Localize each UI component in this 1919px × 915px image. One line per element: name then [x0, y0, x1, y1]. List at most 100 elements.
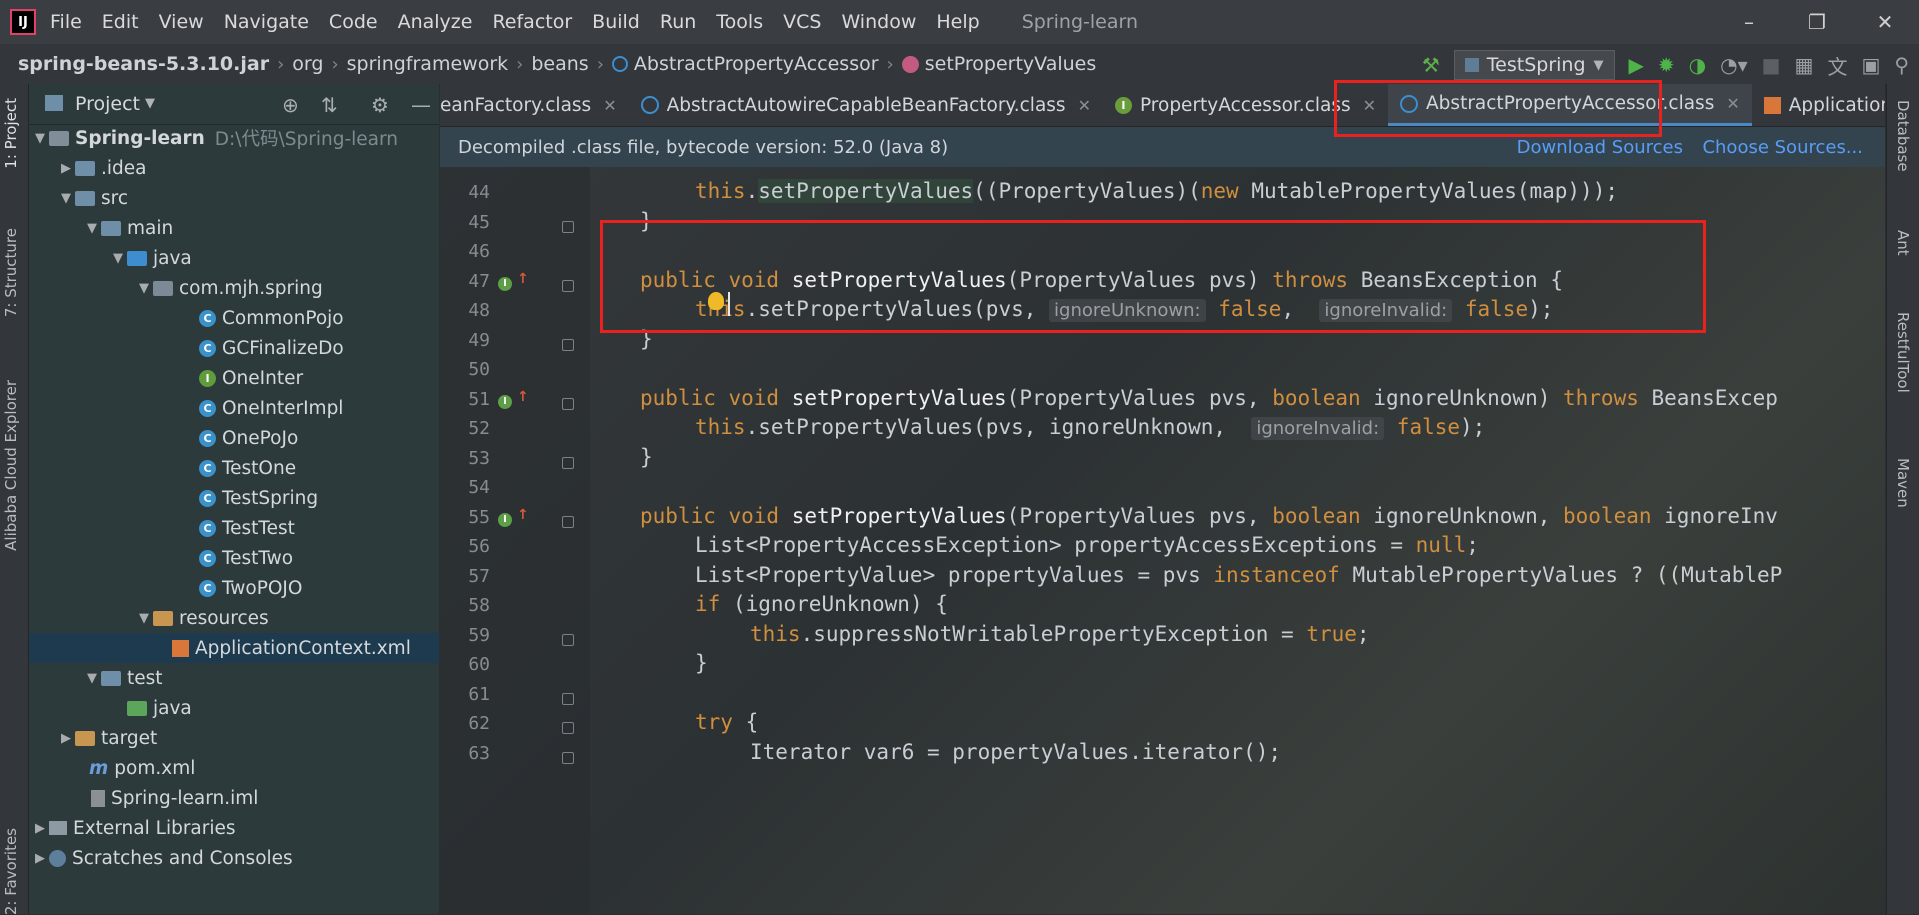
- tool-tab-structure[interactable]: 7: Structure: [2, 228, 20, 317]
- menu-edit[interactable]: Edit: [102, 11, 139, 33]
- menu-help[interactable]: Help: [936, 11, 979, 33]
- tab-application-context[interactable]: ApplicationCon: [1752, 84, 1885, 126]
- tree-item-class[interactable]: C TestSpring: [29, 483, 318, 513]
- code-editor[interactable]: 44 45 46 47 48 49 50 51 52 53 54 55 56 5…: [440, 167, 1885, 914]
- close-icon[interactable]: ✕: [603, 96, 616, 115]
- menu-refactor[interactable]: Refactor: [492, 11, 572, 33]
- breadcrumb-jar[interactable]: spring-beans-5.3.10.jar: [18, 53, 269, 75]
- tab-abstract-autowire[interactable]: AbstractAutowireCapableBeanFactory.class…: [629, 84, 1103, 126]
- tab-bean-factory[interactable]: eanFactory.class ✕: [440, 84, 629, 126]
- fold-marker-icon[interactable]: [562, 398, 574, 410]
- tree-item-pom[interactable]: m pom.xml: [29, 753, 195, 783]
- tree-item-idea[interactable]: ▶ .idea: [29, 153, 146, 183]
- tree-item-class[interactable]: C TestOne: [29, 453, 296, 483]
- hide-panel-icon[interactable]: —: [411, 93, 431, 117]
- tree-item-test-java[interactable]: java: [29, 693, 192, 723]
- breadcrumb-springframework[interactable]: springframework: [347, 53, 508, 75]
- tree-item-java[interactable]: ▼ java: [29, 243, 192, 273]
- tree-item-resources[interactable]: ▼ resources: [29, 603, 269, 633]
- menu-vcs[interactable]: VCS: [783, 11, 821, 33]
- fold-marker-icon[interactable]: [562, 221, 574, 233]
- collapse-all-icon[interactable]: ⇅: [321, 93, 338, 117]
- download-sources-link[interactable]: Download Sources: [1517, 137, 1683, 158]
- menu-build[interactable]: Build: [592, 11, 640, 33]
- tree-item-interface[interactable]: I OneInter: [29, 363, 303, 393]
- minimize-button[interactable]: –: [1715, 0, 1783, 44]
- close-icon[interactable]: ✕: [1078, 96, 1091, 115]
- run-icon[interactable]: ▶: [1629, 53, 1644, 77]
- menu-tools[interactable]: Tools: [716, 11, 763, 33]
- project-structure-icon[interactable]: ▦: [1795, 53, 1814, 77]
- close-icon[interactable]: ✕: [1726, 94, 1739, 113]
- tree-item-class[interactable]: C TwoPOJO: [29, 573, 302, 603]
- menu-file[interactable]: File: [50, 11, 82, 33]
- overrides-icon[interactable]: I: [498, 395, 512, 409]
- maven-icon: m: [89, 757, 109, 779]
- tree-item-project-root[interactable]: ▼ Spring-learn D:\代码\Spring-learn: [29, 123, 398, 153]
- chevron-down-icon[interactable]: ▼: [145, 96, 155, 111]
- terminal-icon[interactable]: ▣: [1861, 53, 1880, 77]
- tree-item-class[interactable]: C OnePoJo: [29, 423, 298, 453]
- breadcrumb-beans[interactable]: beans: [531, 53, 588, 75]
- tree-item-src[interactable]: ▼ src: [29, 183, 128, 213]
- tool-tab-restfultool[interactable]: RestfulTool: [1894, 312, 1912, 393]
- tree-item-external-libraries[interactable]: ▶ External Libraries: [29, 813, 236, 843]
- tree-item-package[interactable]: ▼ com.mjh.spring: [29, 273, 323, 303]
- translate-icon[interactable]: 文: [1827, 51, 1847, 80]
- overrides-icon[interactable]: I: [498, 513, 512, 527]
- fold-marker-icon[interactable]: [562, 516, 574, 528]
- breadcrumb-class[interactable]: AbstractPropertyAccessor: [611, 53, 879, 75]
- menu-view[interactable]: View: [159, 11, 204, 33]
- tree-item-xml-selected[interactable]: ApplicationContext.xml: [29, 633, 439, 663]
- chevron-down-icon: ▼: [139, 280, 149, 296]
- project-panel-title[interactable]: Project: [75, 93, 140, 115]
- tree-item-class[interactable]: C GCFinalizeDo: [29, 333, 344, 363]
- tree-item-iml[interactable]: Spring-learn.iml: [29, 783, 258, 813]
- tree-item-label: .idea: [101, 157, 147, 179]
- tree-item-main[interactable]: ▼ main: [29, 213, 173, 243]
- debug-icon[interactable]: ✹: [1658, 53, 1675, 77]
- tree-item-label: com.mjh.spring: [179, 277, 323, 299]
- tool-tab-maven[interactable]: Maven: [1894, 458, 1912, 508]
- menu-code[interactable]: Code: [329, 11, 378, 33]
- menu-window[interactable]: Window: [841, 11, 916, 33]
- tree-item-class[interactable]: C TestTest: [29, 513, 295, 543]
- tool-tab-favorites[interactable]: 2: Favorites: [2, 828, 20, 915]
- tree-item-class[interactable]: C CommonPojo: [29, 303, 344, 333]
- breadcrumb-separator: ›: [331, 53, 339, 75]
- fold-marker-icon[interactable]: [562, 693, 574, 705]
- search-icon[interactable]: ⚲: [1894, 53, 1909, 77]
- coverage-icon[interactable]: ◑: [1689, 53, 1706, 77]
- tool-tab-ant[interactable]: Ant: [1894, 230, 1912, 256]
- tree-item-scratches[interactable]: ▶ Scratches and Consoles: [29, 843, 293, 873]
- run-configuration-select[interactable]: TestSpring ▼: [1453, 50, 1615, 80]
- left-tool-strip: 1: Project 7: Structure Alibaba Cloud Ex…: [0, 84, 29, 915]
- menu-run[interactable]: Run: [660, 11, 696, 33]
- menu-navigate[interactable]: Navigate: [224, 11, 309, 33]
- tool-tab-database[interactable]: Database: [1894, 100, 1912, 172]
- menu-analyze[interactable]: Analyze: [398, 11, 473, 33]
- tree-item-target[interactable]: ▶ target: [29, 723, 157, 753]
- stop-icon[interactable]: ■: [1762, 53, 1781, 77]
- tree-item-class[interactable]: C OneInterImpl: [29, 393, 343, 423]
- choose-sources-link[interactable]: Choose Sources...: [1702, 137, 1863, 158]
- fold-marker-icon[interactable]: [562, 457, 574, 469]
- profile-icon[interactable]: ◔▾: [1720, 53, 1748, 77]
- breadcrumb-method[interactable]: setPropertyValues: [901, 53, 1096, 75]
- tree-item-class[interactable]: C TestTwo: [29, 543, 293, 573]
- restore-button[interactable]: ❐: [1783, 0, 1851, 44]
- gear-icon[interactable]: ⚙: [371, 93, 389, 117]
- fold-marker-icon[interactable]: [562, 634, 574, 646]
- fold-marker-icon[interactable]: [562, 280, 574, 292]
- tool-tab-alibaba-cloud-explorer[interactable]: Alibaba Cloud Explorer: [2, 380, 20, 551]
- fold-marker-icon[interactable]: [562, 722, 574, 734]
- tree-item-test[interactable]: ▼ test: [29, 663, 163, 693]
- hammer-icon[interactable]: ⚒: [1422, 53, 1440, 77]
- breadcrumb-org[interactable]: org: [292, 53, 323, 75]
- overrides-icon[interactable]: I: [498, 277, 512, 291]
- fold-marker-icon[interactable]: [562, 752, 574, 764]
- locate-icon[interactable]: ⊕: [282, 93, 299, 117]
- fold-marker-icon[interactable]: [562, 339, 574, 351]
- tool-tab-project[interactable]: 1: Project: [2, 98, 20, 169]
- close-button[interactable]: ✕: [1851, 0, 1919, 44]
